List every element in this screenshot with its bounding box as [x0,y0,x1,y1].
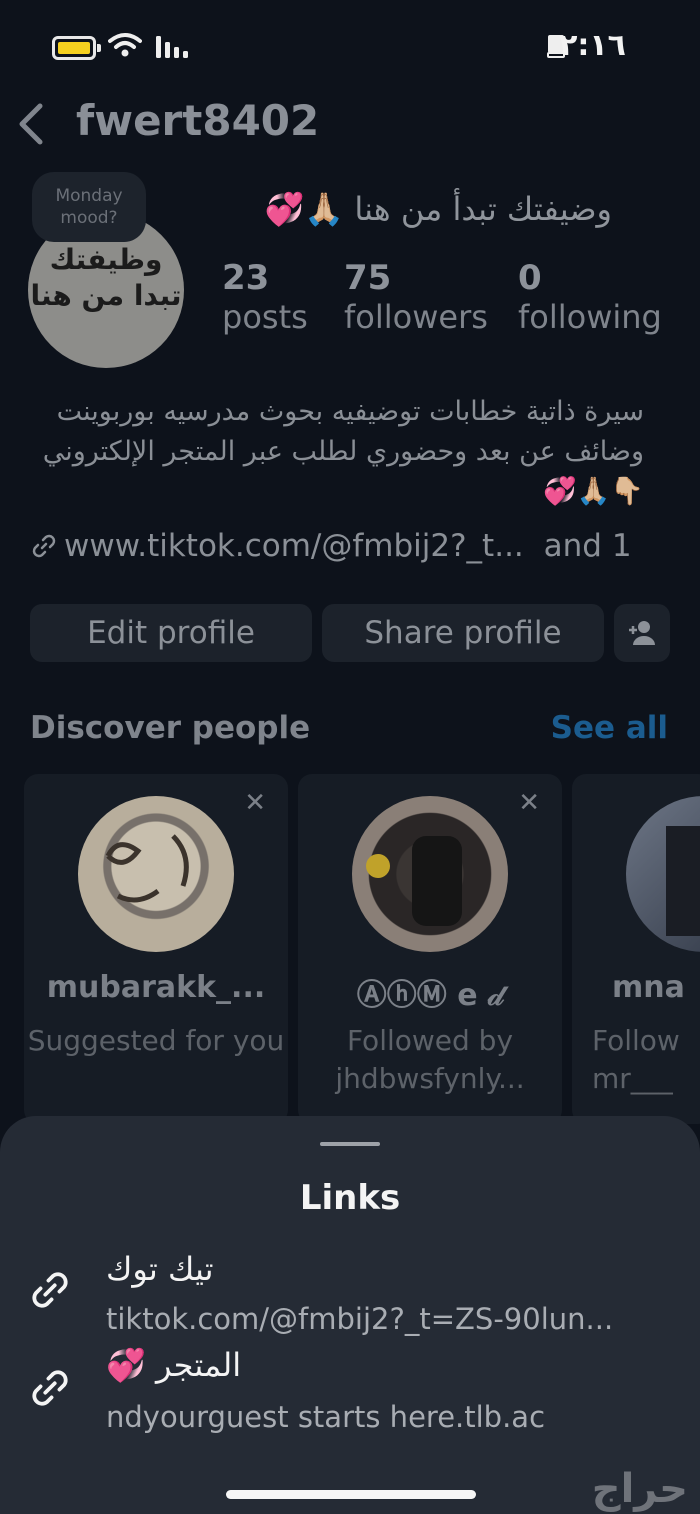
avatar-text: وظيفتك تبدا من هنا [30,243,182,312]
signal-icon [156,36,188,58]
dismiss-icon[interactable]: ✕ [244,788,266,818]
suggestion-name: ⒶⓗⓂ e 𝒹 [356,978,504,1013]
link-title: المتجر 💞 [106,1346,242,1384]
profile-bio: سيرة ذاتية خطابات توضيفيه بحوث مدرسيه بو… [42,396,644,507]
home-indicator[interactable] [226,1490,476,1499]
suggestion-card[interactable]: mna Follow mr___ [572,774,700,1124]
stat-posts-label: posts [222,298,308,336]
battery-icon [52,36,101,60]
suggestion-subtitle: Suggested for you [27,1024,285,1057]
stat-following[interactable]: 0 following [518,258,662,336]
stat-followers-value: 75 [344,258,392,298]
profile-username: fwert8402 [76,96,320,145]
haraj-watermark: حراج [591,1466,688,1512]
dismiss-icon[interactable]: ✕ [518,788,540,818]
stat-followers-label: followers [344,298,488,336]
see-all-link[interactable]: See all [551,710,668,746]
back-arrow-icon[interactable] [14,100,46,148]
suggestion-subtitle: Follow mr___ [592,1024,680,1095]
stat-posts[interactable]: 23 posts [222,258,308,336]
suggestion-subtitle: Followed by jhdbwsfynly... [335,1024,525,1095]
stat-following-label: following [518,298,662,336]
suggestion-avatar[interactable] [626,796,700,952]
add-person-icon [629,621,655,645]
sheet-title: Links [299,1178,401,1218]
suggestion-name: mubarakk_... [46,970,266,1005]
suggestion-avatar[interactable] [78,796,234,952]
share-profile-button[interactable]: Share profile [322,604,604,662]
display-name: وضيفتك تبدأ من هنا 🙏🏼💞 [264,190,613,228]
stat-following-value: 0 [518,258,542,298]
links-sheet: Links تيك توك tiktok.com/@fmbij2?_t=ZS-9… [0,1116,700,1514]
profile-link-text: www.tiktok.com/@fmbij2?_t... [64,528,524,564]
discover-people-title: Discover people [30,710,311,746]
suggestion-name: mna [612,970,685,1005]
suggestion-avatar[interactable] [352,796,508,952]
suggestion-card[interactable]: ✕ mubarakk_... Suggested for you [24,774,288,1124]
note-bubble[interactable]: Monday mood? [32,172,146,242]
link-url: tiktok.com/@fmbij2?_t=ZS-90lun... [106,1302,614,1336]
profile-link-more: and 1 [543,528,632,564]
edit-profile-button[interactable]: Edit profile [30,604,312,662]
stat-followers[interactable]: 75 followers [344,258,488,336]
link-url: ndyourguest starts here.tlb.ac [106,1400,546,1434]
link-title: تيك توك [106,1250,214,1288]
link-icon [32,1370,68,1406]
link-icon [32,534,56,558]
link-icon [32,1272,68,1308]
status-time: ٢:١٦ [559,28,626,63]
sheet-handle[interactable] [320,1142,380,1146]
suggestion-card[interactable]: ✕ ⒶⓗⓂ e 𝒹 Followed by jhdbwsfynly... [298,774,562,1124]
stat-posts-value: 23 [222,258,270,298]
profile-link[interactable]: www.tiktok.com/@fmbij2?_t... and 1 [30,528,632,564]
add-person-button[interactable] [614,604,670,662]
wifi-icon [108,33,142,57]
